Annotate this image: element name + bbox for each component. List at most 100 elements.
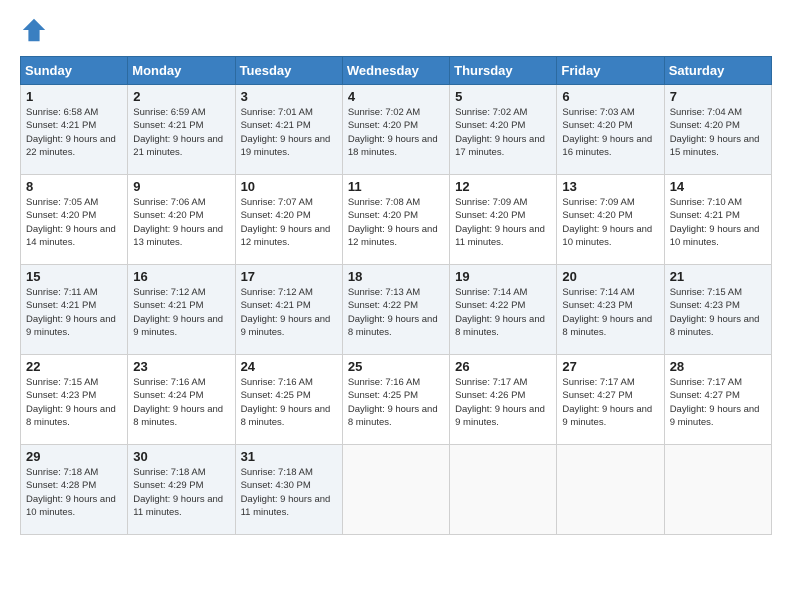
day-number: 31	[241, 449, 337, 464]
calendar-week-row: 8 Sunrise: 7:05 AMSunset: 4:20 PMDaylight…	[21, 175, 772, 265]
day-number: 12	[455, 179, 551, 194]
day-info: Sunrise: 7:16 AMSunset: 4:24 PMDaylight:…	[133, 376, 229, 429]
calendar-week-row: 1 Sunrise: 6:58 AMSunset: 4:21 PMDaylight…	[21, 85, 772, 175]
header-sunday: Sunday	[21, 57, 128, 85]
header-friday: Friday	[557, 57, 664, 85]
day-number: 13	[562, 179, 658, 194]
day-info: Sunrise: 7:04 AMSunset: 4:20 PMDaylight:…	[670, 106, 766, 159]
calendar-day-cell: 14Sunrise: 7:10 AMSunset: 4:21 PMDayligh…	[664, 175, 771, 265]
day-number: 18	[348, 269, 444, 284]
logo-icon	[20, 16, 48, 44]
calendar-day-cell: 9 Sunrise: 7:06 AMSunset: 4:20 PMDaylight…	[128, 175, 235, 265]
day-number: 9	[133, 179, 229, 194]
day-number: 16	[133, 269, 229, 284]
day-info: Sunrise: 7:12 AMSunset: 4:21 PMDaylight:…	[133, 286, 229, 339]
day-number: 23	[133, 359, 229, 374]
calendar-day-cell: 29Sunrise: 7:18 AMSunset: 4:28 PMDayligh…	[21, 445, 128, 535]
calendar-day-cell: 24 Sunrise: 7:16 AMSunset: 4:25 PMDayligh…	[235, 355, 342, 445]
day-info: Sunrise: 7:05 AMSunset: 4:20 PMDaylight:…	[26, 196, 122, 249]
day-info: Sunrise: 7:11 AMSunset: 4:21 PMDaylight:…	[26, 286, 122, 339]
calendar-day-cell: 28 Sunrise: 7:17 AMSunset: 4:27 PMDayligh…	[664, 355, 771, 445]
day-number: 14	[670, 179, 766, 194]
day-number: 1	[26, 89, 122, 104]
day-number: 21	[670, 269, 766, 284]
day-number: 28	[670, 359, 766, 374]
calendar-day-cell: 30 Sunrise: 7:18 AMSunset: 4:29 PMDayligh…	[128, 445, 235, 535]
day-info: Sunrise: 7:17 AMSunset: 4:27 PMDaylight:…	[562, 376, 658, 429]
day-number: 24	[241, 359, 337, 374]
calendar-header-row: Sunday Monday Tuesday Wednesday Thursday…	[21, 57, 772, 85]
day-info: Sunrise: 7:14 AMSunset: 4:22 PMDaylight:…	[455, 286, 551, 339]
day-info: Sunrise: 7:16 AMSunset: 4:25 PMDaylight:…	[241, 376, 337, 429]
calendar-day-cell: 8 Sunrise: 7:05 AMSunset: 4:20 PMDaylight…	[21, 175, 128, 265]
day-number: 25	[348, 359, 444, 374]
day-info: Sunrise: 7:02 AMSunset: 4:20 PMDaylight:…	[348, 106, 444, 159]
day-info: Sunrise: 7:02 AMSunset: 4:20 PMDaylight:…	[455, 106, 551, 159]
calendar-day-cell: 6 Sunrise: 7:03 AMSunset: 4:20 PMDaylight…	[557, 85, 664, 175]
day-number: 4	[348, 89, 444, 104]
calendar-day-cell: 25 Sunrise: 7:16 AMSunset: 4:25 PMDayligh…	[342, 355, 449, 445]
calendar-day-cell: 16 Sunrise: 7:12 AMSunset: 4:21 PMDayligh…	[128, 265, 235, 355]
day-info: Sunrise: 7:15 AMSunset: 4:23 PMDaylight:…	[26, 376, 122, 429]
calendar-week-row: 29Sunrise: 7:18 AMSunset: 4:28 PMDayligh…	[21, 445, 772, 535]
header-monday: Monday	[128, 57, 235, 85]
calendar-day-cell	[557, 445, 664, 535]
calendar-day-cell: 7 Sunrise: 7:04 AMSunset: 4:20 PMDaylight…	[664, 85, 771, 175]
day-info: Sunrise: 7:18 AMSunset: 4:29 PMDaylight:…	[133, 466, 229, 519]
calendar-day-cell: 31 Sunrise: 7:18 AMSunset: 4:30 PMDayligh…	[235, 445, 342, 535]
day-number: 8	[26, 179, 122, 194]
day-info: Sunrise: 7:09 AMSunset: 4:20 PMDaylight:…	[455, 196, 551, 249]
calendar-day-cell: 18Sunrise: 7:13 AMSunset: 4:22 PMDayligh…	[342, 265, 449, 355]
day-number: 27	[562, 359, 658, 374]
day-number: 6	[562, 89, 658, 104]
day-info: Sunrise: 7:06 AMSunset: 4:20 PMDaylight:…	[133, 196, 229, 249]
day-number: 2	[133, 89, 229, 104]
day-info: Sunrise: 6:59 AMSunset: 4:21 PMDaylight:…	[133, 106, 229, 159]
header	[20, 16, 772, 44]
calendar-day-cell	[342, 445, 449, 535]
day-info: Sunrise: 7:09 AMSunset: 4:20 PMDaylight:…	[562, 196, 658, 249]
day-info: Sunrise: 6:58 AMSunset: 4:21 PMDaylight:…	[26, 106, 122, 159]
calendar-day-cell	[450, 445, 557, 535]
day-number: 11	[348, 179, 444, 194]
day-number: 20	[562, 269, 658, 284]
header-wednesday: Wednesday	[342, 57, 449, 85]
calendar-day-cell: 1 Sunrise: 6:58 AMSunset: 4:21 PMDaylight…	[21, 85, 128, 175]
calendar-day-cell: 22Sunrise: 7:15 AMSunset: 4:23 PMDayligh…	[21, 355, 128, 445]
day-info: Sunrise: 7:14 AMSunset: 4:23 PMDaylight:…	[562, 286, 658, 339]
day-info: Sunrise: 7:15 AMSunset: 4:23 PMDaylight:…	[670, 286, 766, 339]
calendar-day-cell: 5Sunrise: 7:02 AMSunset: 4:20 PMDaylight…	[450, 85, 557, 175]
calendar-day-cell: 13 Sunrise: 7:09 AMSunset: 4:20 PMDayligh…	[557, 175, 664, 265]
day-number: 10	[241, 179, 337, 194]
day-number: 30	[133, 449, 229, 464]
header-tuesday: Tuesday	[235, 57, 342, 85]
calendar-week-row: 15 Sunrise: 7:11 AMSunset: 4:21 PMDayligh…	[21, 265, 772, 355]
calendar-day-cell: 11 Sunrise: 7:08 AMSunset: 4:20 PMDayligh…	[342, 175, 449, 265]
header-saturday: Saturday	[664, 57, 771, 85]
day-number: 17	[241, 269, 337, 284]
day-info: Sunrise: 7:01 AMSunset: 4:21 PMDaylight:…	[241, 106, 337, 159]
calendar-day-cell: 15 Sunrise: 7:11 AMSunset: 4:21 PMDayligh…	[21, 265, 128, 355]
calendar-table: Sunday Monday Tuesday Wednesday Thursday…	[20, 56, 772, 535]
header-thursday: Thursday	[450, 57, 557, 85]
day-info: Sunrise: 7:17 AMSunset: 4:27 PMDaylight:…	[670, 376, 766, 429]
day-number: 15	[26, 269, 122, 284]
day-number: 7	[670, 89, 766, 104]
calendar-week-row: 22Sunrise: 7:15 AMSunset: 4:23 PMDayligh…	[21, 355, 772, 445]
calendar-day-cell: 20 Sunrise: 7:14 AMSunset: 4:23 PMDayligh…	[557, 265, 664, 355]
calendar-day-cell: 19Sunrise: 7:14 AMSunset: 4:22 PMDayligh…	[450, 265, 557, 355]
calendar-day-cell	[664, 445, 771, 535]
day-info: Sunrise: 7:03 AMSunset: 4:20 PMDaylight:…	[562, 106, 658, 159]
calendar-day-cell: 3Sunrise: 7:01 AMSunset: 4:21 PMDaylight…	[235, 85, 342, 175]
day-number: 29	[26, 449, 122, 464]
calendar-day-cell: 12 Sunrise: 7:09 AMSunset: 4:20 PMDayligh…	[450, 175, 557, 265]
day-info: Sunrise: 7:17 AMSunset: 4:26 PMDaylight:…	[455, 376, 551, 429]
day-info: Sunrise: 7:16 AMSunset: 4:25 PMDaylight:…	[348, 376, 444, 429]
day-number: 26	[455, 359, 551, 374]
day-info: Sunrise: 7:18 AMSunset: 4:30 PMDaylight:…	[241, 466, 337, 519]
calendar-day-cell: 27 Sunrise: 7:17 AMSunset: 4:27 PMDayligh…	[557, 355, 664, 445]
day-info: Sunrise: 7:12 AMSunset: 4:21 PMDaylight:…	[241, 286, 337, 339]
calendar-day-cell: 10Sunrise: 7:07 AMSunset: 4:20 PMDayligh…	[235, 175, 342, 265]
day-info: Sunrise: 7:08 AMSunset: 4:20 PMDaylight:…	[348, 196, 444, 249]
calendar-day-cell: 21 Sunrise: 7:15 AMSunset: 4:23 PMDayligh…	[664, 265, 771, 355]
